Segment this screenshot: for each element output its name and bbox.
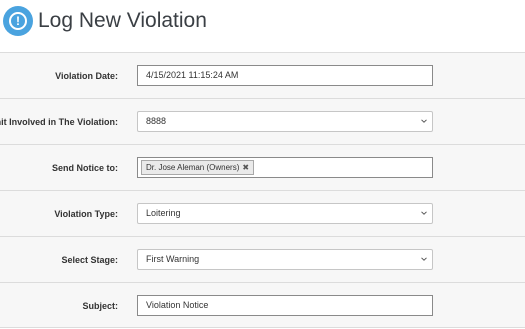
violation-date-row: Violation Date: 4/15/2021 11:15:24 AM [0, 52, 525, 98]
violation-type-value: Loitering [146, 208, 181, 218]
page-header: ! Log New Violation [0, 0, 525, 52]
exclamation-glyph: ! [9, 12, 27, 30]
chevron-down-icon [421, 257, 427, 261]
unit-select-value: 8888 [146, 116, 167, 126]
violation-form: Violation Date: 4/15/2021 11:15:24 AM Un… [0, 52, 525, 328]
violation-date-input[interactable]: 4/15/2021 11:15:24 AM [137, 65, 433, 86]
stage-label: Select Stage: [61, 255, 118, 265]
violation-type-label: Violation Type: [54, 209, 118, 219]
subject-row: Subject: Violation Notice [0, 282, 525, 328]
subject-input[interactable]: Violation Notice [137, 295, 433, 316]
subject-label: Subject: [82, 301, 118, 311]
violation-date-label: Violation Date: [55, 71, 118, 81]
unit-row: Unit Involved in The Violation: 8888 [0, 98, 525, 144]
violation-type-select[interactable]: Loitering [137, 203, 433, 224]
recipient-tag-label: Dr. Jose Aleman (Owners) [146, 163, 240, 172]
chevron-down-icon [421, 211, 427, 215]
violation-type-row: Violation Type: Loitering [0, 190, 525, 236]
page-title: Log New Violation [38, 9, 207, 32]
remove-tag-icon[interactable]: ✖ [242, 161, 249, 174]
stage-select[interactable]: First Warning [137, 249, 433, 270]
alert-circle-icon: ! [3, 6, 33, 36]
send-notice-input[interactable]: Dr. Jose Aleman (Owners) ✖ [137, 157, 433, 178]
stage-row: Select Stage: First Warning [0, 236, 525, 282]
chevron-down-icon [421, 119, 427, 123]
recipient-tag: Dr. Jose Aleman (Owners) ✖ [141, 160, 255, 175]
unit-label: Unit Involved in The Violation: [0, 117, 118, 127]
send-notice-row: Send Notice to: Dr. Jose Aleman (Owners)… [0, 144, 525, 190]
unit-select[interactable]: 8888 [137, 111, 433, 132]
stage-select-value: First Warning [146, 254, 200, 264]
send-notice-label: Send Notice to: [51, 163, 118, 173]
